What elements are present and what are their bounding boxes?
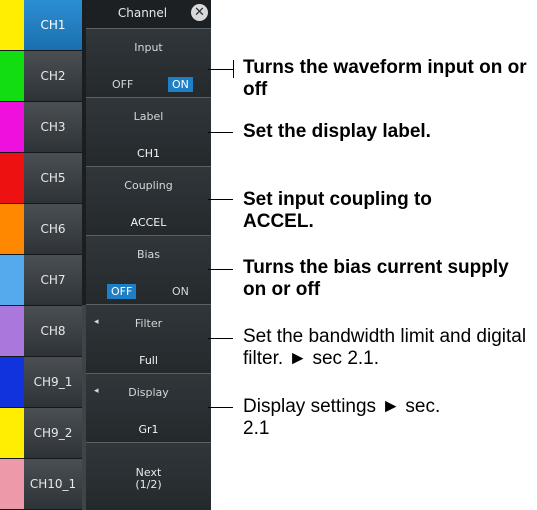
channel-tab-ch1[interactable]: CH1 bbox=[0, 0, 82, 51]
filter-button[interactable]: ◂ Filter Full bbox=[86, 304, 211, 373]
callout-line bbox=[208, 338, 233, 339]
bias-toggle[interactable]: Bias OFF ON bbox=[86, 235, 211, 304]
next-label: Next (1/2) bbox=[86, 467, 211, 491]
menu-title: Channel bbox=[117, 6, 168, 20]
channel-tab-ch8[interactable]: CH8 bbox=[0, 306, 82, 357]
callout-line bbox=[208, 69, 233, 70]
channel-label: CH2 bbox=[40, 69, 66, 83]
channel-label: CH6 bbox=[40, 222, 66, 236]
channel-color-swatch bbox=[0, 204, 24, 254]
label-value: CH1 bbox=[137, 147, 160, 160]
bias-on-option[interactable]: ON bbox=[168, 284, 193, 299]
callout-input: Turns the waveform input on or off bbox=[243, 57, 527, 100]
channel-label: CH10_1 bbox=[29, 477, 77, 491]
input-toggle[interactable]: Input OFF ON bbox=[86, 28, 211, 97]
callout-line bbox=[208, 407, 233, 408]
channel-tab-ch9-1[interactable]: CH9_1 bbox=[0, 357, 82, 408]
channel-tab-ch9-2[interactable]: CH9_2 bbox=[0, 408, 82, 459]
callout-line bbox=[208, 269, 233, 270]
channel-tab-ch5[interactable]: CH5 bbox=[0, 153, 82, 204]
channel-label: CH1 bbox=[40, 18, 66, 32]
display-button[interactable]: ◂ Display Gr1 bbox=[86, 373, 211, 442]
input-off-option[interactable]: OFF bbox=[108, 77, 137, 92]
channel-color-swatch bbox=[0, 357, 24, 407]
filter-value: Full bbox=[139, 354, 158, 367]
channel-color-swatch bbox=[0, 0, 24, 50]
channel-color-swatch bbox=[0, 102, 24, 152]
callout-bias: Turns the bias current supply on or off bbox=[243, 257, 509, 300]
channel-label: CH9_2 bbox=[33, 426, 73, 440]
channel-label: CH3 bbox=[40, 120, 66, 134]
callout-bracket bbox=[233, 60, 234, 78]
channel-tab-ch2[interactable]: CH2 bbox=[0, 51, 82, 102]
bias-off-option[interactable]: OFF bbox=[107, 284, 137, 299]
channel-color-swatch bbox=[0, 306, 24, 356]
display-value: Gr1 bbox=[138, 423, 159, 436]
display-title: Display bbox=[128, 386, 169, 399]
close-icon[interactable]: ✕ bbox=[191, 4, 208, 21]
callout-coupling: Set input coupling to ACCEL. bbox=[243, 189, 432, 232]
input-title: Input bbox=[134, 41, 163, 54]
next-page-button[interactable]: Next (1/2) bbox=[86, 442, 211, 510]
channel-list: CH1 CH2 CH3 CH5 CH6 CH7 CH8 CH9_1 CH9_2 … bbox=[0, 0, 82, 510]
channel-tab-ch10-1[interactable]: CH10_1 bbox=[0, 459, 82, 510]
channel-label: CH5 bbox=[40, 171, 66, 185]
channel-menu: Channel ✕ Input OFF ON Label CH1 Couplin… bbox=[86, 0, 211, 510]
coupling-value: ACCEL bbox=[130, 216, 167, 229]
coupling-button[interactable]: Coupling ACCEL bbox=[86, 166, 211, 235]
callout-line bbox=[208, 199, 233, 200]
callout-line bbox=[208, 132, 233, 133]
channel-color-swatch bbox=[0, 153, 24, 203]
filter-title: Filter bbox=[134, 317, 163, 330]
callout-filter: Set the bandwidth limit and digital filt… bbox=[243, 326, 527, 369]
next-line2: (1/2) bbox=[135, 478, 162, 491]
label-button[interactable]: Label CH1 bbox=[86, 97, 211, 166]
channel-tab-ch3[interactable]: CH3 bbox=[0, 102, 82, 153]
menu-header: Channel ✕ bbox=[86, 0, 211, 28]
channel-tab-ch7[interactable]: CH7 bbox=[0, 255, 82, 306]
channel-color-swatch bbox=[0, 408, 24, 458]
channel-color-swatch bbox=[0, 51, 24, 101]
coupling-title: Coupling bbox=[124, 179, 173, 192]
channel-label: CH8 bbox=[40, 324, 66, 338]
channel-color-swatch bbox=[0, 255, 24, 305]
channel-label: CH7 bbox=[40, 273, 66, 287]
bias-title: Bias bbox=[136, 248, 161, 261]
channel-label: CH9_1 bbox=[33, 375, 73, 389]
input-on-option[interactable]: ON bbox=[168, 77, 193, 92]
channel-tab-ch6[interactable]: CH6 bbox=[0, 204, 82, 255]
channel-color-swatch bbox=[0, 459, 24, 509]
label-title: Label bbox=[133, 110, 164, 123]
callout-display: Display settings ► sec. 2.1 bbox=[243, 396, 441, 439]
callout-label: Set the display label. bbox=[243, 121, 431, 142]
